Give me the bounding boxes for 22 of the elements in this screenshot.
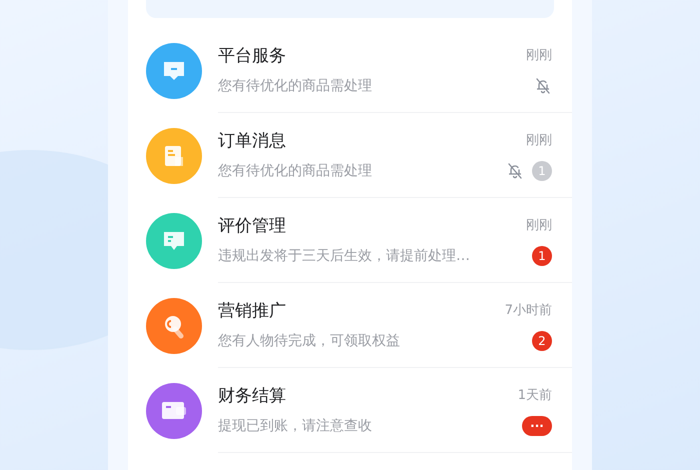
message-item[interactable]: 财务结算 1天前 提现已到账，请注意查收 ··· bbox=[128, 368, 572, 453]
message-title: 平台服务 bbox=[218, 44, 286, 66]
message-time: 1天前 bbox=[518, 387, 552, 404]
unread-badge: 1 bbox=[532, 246, 552, 266]
unread-badge: 2 bbox=[532, 330, 552, 350]
message-preview: 您有人物待完成，可领取权益 bbox=[218, 332, 400, 350]
message-time: 7小时前 bbox=[504, 302, 552, 319]
message-title: 财务结算 bbox=[218, 384, 286, 406]
unread-badge: ··· bbox=[522, 416, 552, 436]
message-time: 刚刚 bbox=[526, 217, 552, 234]
message-title: 评价管理 bbox=[218, 214, 286, 236]
message-item[interactable]: 平台服务 刚刚 您有待优化的商品需处理 bbox=[128, 28, 572, 113]
message-time: 刚刚 bbox=[526, 47, 552, 64]
message-title: 订单消息 bbox=[218, 130, 286, 152]
message-preview: 违规出发将于三天后生效，请提前处理… bbox=[218, 246, 470, 264]
message-preview: 提现已到账，请注意查收 bbox=[218, 416, 372, 434]
message-item[interactable]: 营销推广 7小时前 您有人物待完成，可领取权益 2 bbox=[128, 283, 572, 368]
message-preview: 您有待优化的商品需处理 bbox=[218, 162, 372, 180]
message-title: 营销推广 bbox=[218, 300, 286, 322]
message-preview: 您有待优化的商品需处理 bbox=[218, 76, 372, 94]
message-item[interactable]: 评价管理 刚刚 违规出发将于三天后生效，请提前处理… 1 bbox=[128, 198, 572, 283]
message-time: 刚刚 bbox=[526, 132, 552, 149]
